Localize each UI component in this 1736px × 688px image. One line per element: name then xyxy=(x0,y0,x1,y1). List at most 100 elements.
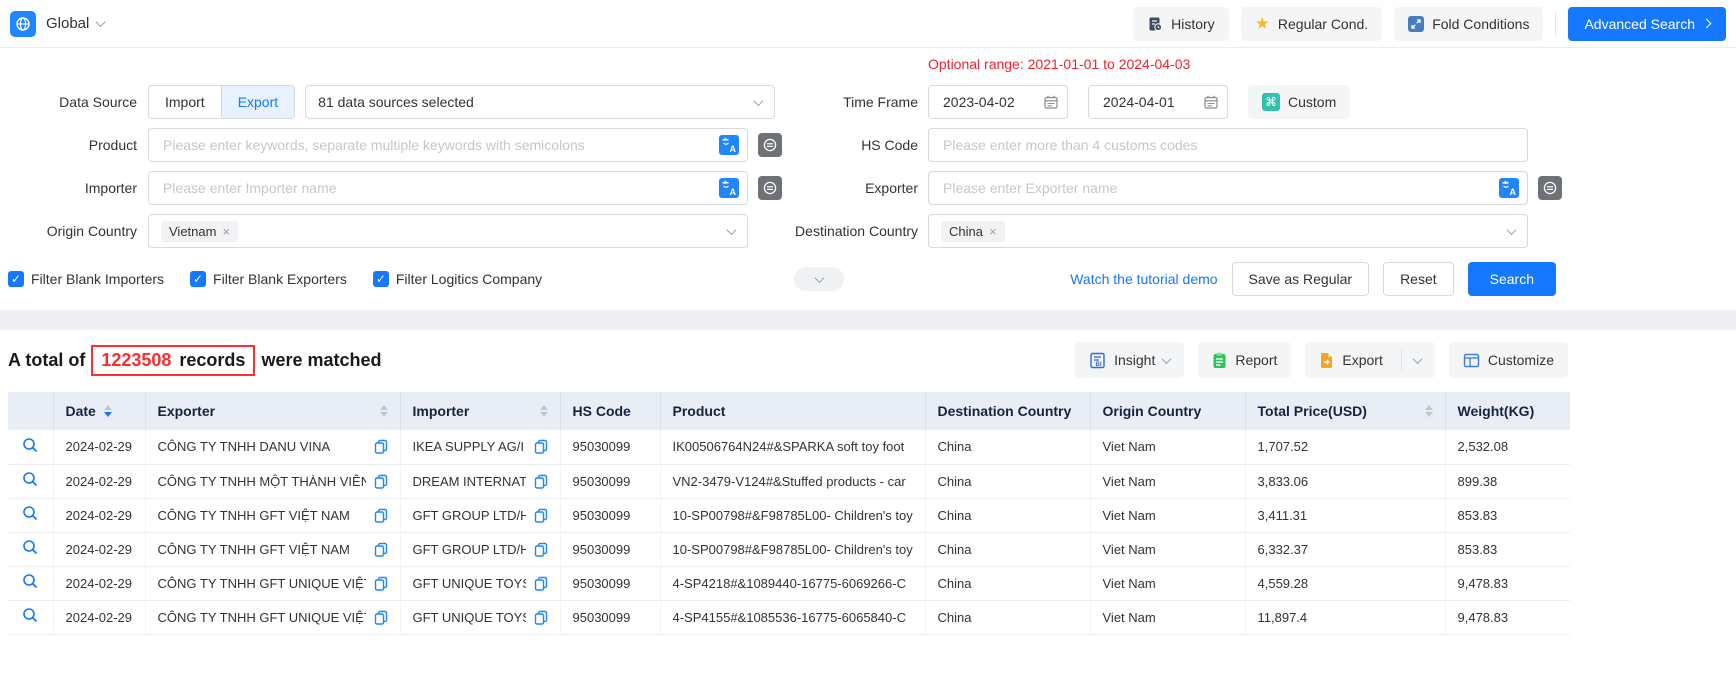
svg-text:A: A xyxy=(730,187,737,197)
copy-icon[interactable] xyxy=(374,610,388,625)
calendar-icon[interactable] xyxy=(1043,94,1059,110)
customize-button[interactable]: Customize xyxy=(1449,342,1568,378)
cell-exporter[interactable]: CÔNG TY TNHH DANU VINA xyxy=(158,439,366,454)
product-input[interactable] xyxy=(161,136,719,154)
data-sources-select[interactable]: 81 data sources selected xyxy=(305,85,775,119)
copy-icon[interactable] xyxy=(374,508,388,523)
copy-icon[interactable] xyxy=(534,542,548,557)
destination-country-select[interactable]: China × xyxy=(928,214,1528,248)
exporter-input[interactable] xyxy=(941,179,1499,197)
section-divider-band xyxy=(0,310,1736,330)
export-button[interactable]: Export xyxy=(1305,342,1434,378)
copy-icon[interactable] xyxy=(374,542,388,557)
copy-icon[interactable] xyxy=(374,474,388,489)
cell-destination: China xyxy=(925,600,1090,634)
importer-field[interactable]: A xyxy=(148,171,748,205)
cell-exporter[interactable]: CÔNG TY TNHH GFT UNIQUE VIỆT xyxy=(158,610,366,625)
translate-icon[interactable]: A xyxy=(719,135,739,155)
translate-icon[interactable]: A xyxy=(719,178,739,198)
copy-icon[interactable] xyxy=(534,610,548,625)
cell-exporter[interactable]: CÔNG TY TNHH GFT VIỆT NAM xyxy=(158,542,366,557)
copy-icon[interactable] xyxy=(374,576,388,591)
hs-code-field[interactable] xyxy=(928,128,1528,162)
cell-date: 2024-02-29 xyxy=(53,600,145,634)
filter-blank-importers-checkbox[interactable]: ✓ Filter Blank Importers xyxy=(8,271,164,287)
cell-importer[interactable]: GFT GROUP LTD/H xyxy=(413,508,526,523)
fold-conditions-button[interactable]: Fold Conditions xyxy=(1394,7,1543,41)
destination-country-tag-label: China xyxy=(949,224,983,239)
row-detail-magnifier-icon[interactable] xyxy=(22,539,39,556)
collapse-filters-button[interactable] xyxy=(794,267,844,291)
cell-product: 4-SP4155#&1085536-16775-6065840-C xyxy=(660,600,925,634)
history-button[interactable]: History xyxy=(1133,7,1229,41)
cell-importer[interactable]: GFT UNIQUE TOYS xyxy=(413,610,526,625)
chevron-down-icon xyxy=(754,96,764,106)
row-detail-magnifier-icon[interactable] xyxy=(22,573,39,590)
col-date-label: Date xyxy=(66,403,96,419)
cell-importer[interactable]: GFT GROUP LTD/H xyxy=(413,542,526,557)
end-date-input[interactable] xyxy=(1101,93,1203,111)
row-detail-magnifier-icon[interactable] xyxy=(22,505,39,522)
row-detail-magnifier-icon[interactable] xyxy=(22,607,39,624)
cell-exporter[interactable]: CÔNG TY TNHH GFT UNIQUE VIỆT xyxy=(158,576,366,591)
tag-close-icon[interactable]: × xyxy=(222,225,230,238)
hs-code-input[interactable] xyxy=(941,136,1519,154)
copy-icon[interactable] xyxy=(534,474,548,489)
import-toggle[interactable]: Import xyxy=(149,86,221,118)
copy-icon[interactable] xyxy=(534,508,548,523)
product-exclude-filter-button[interactable] xyxy=(758,133,782,157)
sort-exporter[interactable] xyxy=(380,405,388,417)
cell-total-price: 3,411.31 xyxy=(1245,498,1445,532)
origin-country-select[interactable]: Vietnam × xyxy=(148,214,748,248)
cell-origin: Viet Nam xyxy=(1090,464,1245,498)
copy-icon[interactable] xyxy=(534,576,548,591)
search-button[interactable]: Search xyxy=(1468,262,1556,296)
time-frame-label: Time Frame xyxy=(790,94,928,110)
cell-importer[interactable]: GFT UNIQUE TOYS xyxy=(413,576,526,591)
cell-hs-code: 95030099 xyxy=(560,600,660,634)
reset-button[interactable]: Reset xyxy=(1383,262,1454,296)
insight-button[interactable]: BI Insight xyxy=(1075,342,1184,378)
copy-icon[interactable] xyxy=(374,439,388,454)
copy-icon[interactable] xyxy=(534,439,548,454)
time-frame-start[interactable] xyxy=(928,85,1068,119)
sort-total-price[interactable] xyxy=(1425,405,1433,417)
workspace-chevron-down-icon[interactable] xyxy=(96,17,106,27)
cell-importer[interactable]: IKEA SUPPLY AG/I xyxy=(413,439,526,454)
advanced-search-button[interactable]: Advanced Search xyxy=(1568,7,1726,41)
exporter-exclude-filter-button[interactable] xyxy=(1538,176,1562,200)
exporter-field[interactable]: A xyxy=(928,171,1528,205)
row-detail-magnifier-icon[interactable] xyxy=(22,471,39,488)
translate-icon[interactable]: A xyxy=(1499,178,1519,198)
product-field[interactable]: A xyxy=(148,128,748,162)
filter-blank-exporters-label: Filter Blank Exporters xyxy=(213,271,347,287)
cell-exporter[interactable]: CÔNG TY TNHH GFT VIỆT NAM xyxy=(158,508,366,523)
report-button[interactable]: Report xyxy=(1198,342,1291,378)
tag-close-icon[interactable]: × xyxy=(989,225,997,238)
export-chevron-down-icon[interactable] xyxy=(1412,354,1422,364)
importer-input[interactable] xyxy=(161,179,719,197)
sort-importer[interactable] xyxy=(540,405,548,417)
export-toggle[interactable]: Export xyxy=(221,86,294,118)
importer-exclude-filter-button[interactable] xyxy=(758,176,782,200)
regular-cond-button[interactable]: ★ Regular Cond. xyxy=(1241,7,1383,41)
chevron-right-icon xyxy=(1702,19,1712,29)
cell-importer[interactable]: DREAM INTERNATI xyxy=(413,474,526,489)
importer-label: Importer xyxy=(0,180,148,196)
cell-exporter[interactable]: CÔNG TY TNHH MỘT THÀNH VIÊN xyxy=(158,474,366,489)
svg-text:A: A xyxy=(1510,187,1517,197)
sort-date[interactable] xyxy=(104,405,112,417)
start-date-input[interactable] xyxy=(941,93,1043,111)
filter-logitics-company-checkbox[interactable]: ✓ Filter Logitics Company xyxy=(373,271,542,287)
filter-blank-exporters-checkbox[interactable]: ✓ Filter Blank Exporters xyxy=(190,271,347,287)
tutorial-link[interactable]: Watch the tutorial demo xyxy=(1070,271,1217,287)
col-weight: Weight(KG) xyxy=(1445,392,1570,430)
save-as-regular-button[interactable]: Save as Regular xyxy=(1232,262,1370,296)
results-table: Date Exporter Importer HS Code Product D… xyxy=(8,392,1570,635)
row-detail-magnifier-icon[interactable] xyxy=(22,437,39,454)
custom-range-button[interactable]: ⌘ Custom xyxy=(1248,85,1350,119)
calendar-icon[interactable] xyxy=(1203,94,1219,110)
app-logo[interactable] xyxy=(10,11,36,37)
time-frame-end[interactable] xyxy=(1088,85,1228,119)
cell-product: 10-SP00798#&F98785L00- Children's toy xyxy=(660,532,925,566)
